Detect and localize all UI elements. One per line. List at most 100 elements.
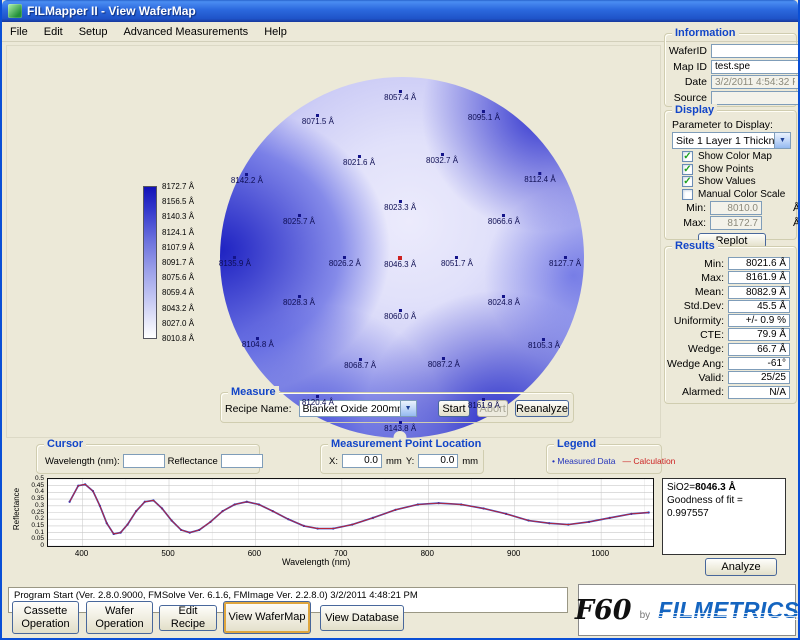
wafer-point[interactable]: 8057.4 Å xyxy=(384,90,416,102)
wafer-point[interactable]: 8024.8 Å xyxy=(488,295,520,307)
wafer-point[interactable]: 8161.9 Å xyxy=(468,398,500,410)
result-stddev-value: 45.5 Å xyxy=(728,300,790,313)
wafer-point-value: 8068.7 Å xyxy=(344,361,376,370)
result-stddev-label: Std.Dev: xyxy=(667,300,724,312)
result-max-value: 8161.9 Å xyxy=(728,271,790,284)
source-field xyxy=(711,91,799,105)
wafer-point[interactable]: 8066.6 Å xyxy=(488,214,520,226)
wafer-operation-button[interactable]: Wafer Operation xyxy=(86,601,153,634)
chevron-down-icon[interactable]: ▼ xyxy=(774,133,790,148)
wafer-point[interactable]: 8105.3 Å xyxy=(528,338,560,350)
cassette-operation-button[interactable]: Cassette Operation xyxy=(12,601,79,634)
display-group: Display Parameter to Display: Site 1 Lay… xyxy=(664,110,797,240)
y-axis-tick: 0.3 xyxy=(24,502,44,509)
wafer-point-value: 8028.3 Å xyxy=(283,298,315,307)
show-values-row[interactable]: Show Values xyxy=(682,176,791,188)
parameter-select[interactable]: Site 1 Layer 1 Thickness ▼ xyxy=(672,132,791,149)
wafer-point[interactable]: 8120.4 Å xyxy=(302,395,334,407)
wafer-id-label: WaferID xyxy=(667,45,707,57)
cursor-reflectance-input[interactable] xyxy=(221,454,263,468)
show-color-map-checkbox[interactable] xyxy=(682,151,693,162)
start-button[interactable]: Start xyxy=(438,400,471,417)
wafer-point[interactable]: 8112.4 Å xyxy=(524,172,555,184)
show-color-map-row[interactable]: Show Color Map xyxy=(682,151,791,163)
analyze-button[interactable]: Analyze xyxy=(705,558,777,576)
wafer-point[interactable]: 8023.3 Å xyxy=(384,200,416,212)
wafer-point[interactable]: 8025.7 Å xyxy=(283,214,315,226)
color-scale-label: 8107.9 Å xyxy=(162,243,194,252)
manual-color-scale-row[interactable]: Manual Color Scale xyxy=(682,189,791,201)
wafer-point-value: 8060.0 Å xyxy=(384,312,416,321)
menu-file[interactable]: File xyxy=(2,24,36,40)
show-points-checkbox[interactable] xyxy=(682,164,693,175)
wafer-panel: 8172.7 Å8156.5 Å8140.3 Å8124.1 Å8107.9 Å… xyxy=(6,45,661,438)
results-group-title: Results xyxy=(672,240,718,252)
wafer-point[interactable]: 8060.0 Å xyxy=(384,309,416,321)
wafer-id-input[interactable] xyxy=(711,44,799,58)
menu-help[interactable]: Help xyxy=(256,24,295,40)
title-bar[interactable]: FILMapper II - View WaferMap xyxy=(2,0,798,22)
cursor-wavelength-input[interactable] xyxy=(123,454,165,468)
show-points-row[interactable]: Show Points xyxy=(682,164,791,176)
result-uniformity-value: +/- 0.9 % xyxy=(728,314,790,327)
wafer-point-value: 8071.5 Å xyxy=(302,117,334,126)
mpl-y-label: Y: xyxy=(406,456,414,467)
wafer-point[interactable]: 8071.5 Å xyxy=(302,114,334,126)
wafer-point-value: 8024.8 Å xyxy=(488,298,520,307)
manual-max-input xyxy=(710,216,762,230)
chevron-down-icon[interactable]: ▼ xyxy=(400,401,416,416)
color-scale-bar xyxy=(143,186,157,339)
cursor-reflectance-label: Reflectance xyxy=(168,456,218,467)
edit-recipe-button[interactable]: Edit Recipe xyxy=(159,605,217,631)
information-group-title: Information xyxy=(672,27,739,39)
x-axis-title: Wavelength (nm) xyxy=(282,557,350,567)
result-max-label: Max: xyxy=(667,272,724,284)
menu-advanced-measurements[interactable]: Advanced Measurements xyxy=(115,24,256,40)
wafer-point[interactable]: 8068.7 Å xyxy=(344,358,376,370)
manual-color-scale-checkbox[interactable] xyxy=(682,189,693,200)
result-wedge-ang-value: -61° xyxy=(728,357,790,370)
wafer-point[interactable]: 8087.2 Å xyxy=(428,357,460,369)
legend-calculation-label: Calculation xyxy=(633,456,675,466)
wafer-point[interactable]: 8127.7 Å xyxy=(549,256,581,268)
calculation-line-icon: — xyxy=(622,456,631,466)
wafer-point-value: 8023.3 Å xyxy=(384,203,416,212)
wafer-point[interactable]: 8051.7 Å xyxy=(441,256,473,268)
view-database-button[interactable]: View Database xyxy=(320,605,404,631)
wafer-point[interactable]: 8143.8 Å xyxy=(384,421,416,433)
y-axis-tick: 0.45 xyxy=(24,482,44,489)
view-wafermap-button[interactable]: View WaferMap xyxy=(223,601,311,634)
result-mean-label: Mean: xyxy=(667,286,724,298)
show-values-checkbox[interactable] xyxy=(682,176,693,187)
result-wedge-value: 66.7 Å xyxy=(728,343,790,356)
wafer-point[interactable]: 8135.9 Å xyxy=(219,256,251,268)
date-label: Date xyxy=(667,76,707,88)
app-icon xyxy=(8,4,22,18)
x-axis-tick: 1000 xyxy=(587,549,613,558)
wafer-point-selected[interactable]: 8046.3 Å xyxy=(384,256,416,269)
menu-setup[interactable]: Setup xyxy=(71,24,116,40)
wafer-point[interactable]: 8026.2 Å xyxy=(329,256,361,268)
map-id-input[interactable] xyxy=(711,60,799,74)
map-id-label: Map ID xyxy=(667,61,707,73)
reanalyze-button[interactable]: Reanalyze xyxy=(515,400,569,417)
y-axis-tick: 0.1 xyxy=(24,529,44,536)
y-axis-tick: 0.15 xyxy=(24,522,44,529)
wafer-point[interactable]: 8028.3 Å xyxy=(283,295,315,307)
measurement-point-group: Measurement Point Location X: 0.0 mm Y: … xyxy=(320,444,484,474)
spectrum-plot[interactable] xyxy=(47,478,654,547)
wafer-point[interactable]: 8021.6 Å xyxy=(343,155,375,167)
color-scale-label: 8059.4 Å xyxy=(162,288,194,297)
wafer-map[interactable]: 8057.4 Å 8071.5 Å 8095.1 Å 8021.6 Å 8032.7 Å… xyxy=(220,77,584,438)
wafer-point[interactable]: 8032.7 Å xyxy=(426,153,458,165)
menu-edit[interactable]: Edit xyxy=(36,24,71,40)
wafer-point-value: 8066.6 Å xyxy=(488,217,520,226)
information-group: Information WaferID Map ID Date Source xyxy=(664,33,797,107)
wafer-point[interactable]: 8095.1 Å xyxy=(468,110,500,122)
result-valid-label: Valid: xyxy=(667,372,724,384)
color-scale-label: 8043.2 Å xyxy=(162,304,194,313)
wafer-point[interactable]: 8104.8 Å xyxy=(242,337,274,349)
wafer-point[interactable]: 8142.2 Å xyxy=(231,173,263,185)
color-scale-label: 8091.7 Å xyxy=(162,258,194,267)
wafer-point-value: 8127.7 Å xyxy=(549,259,581,268)
